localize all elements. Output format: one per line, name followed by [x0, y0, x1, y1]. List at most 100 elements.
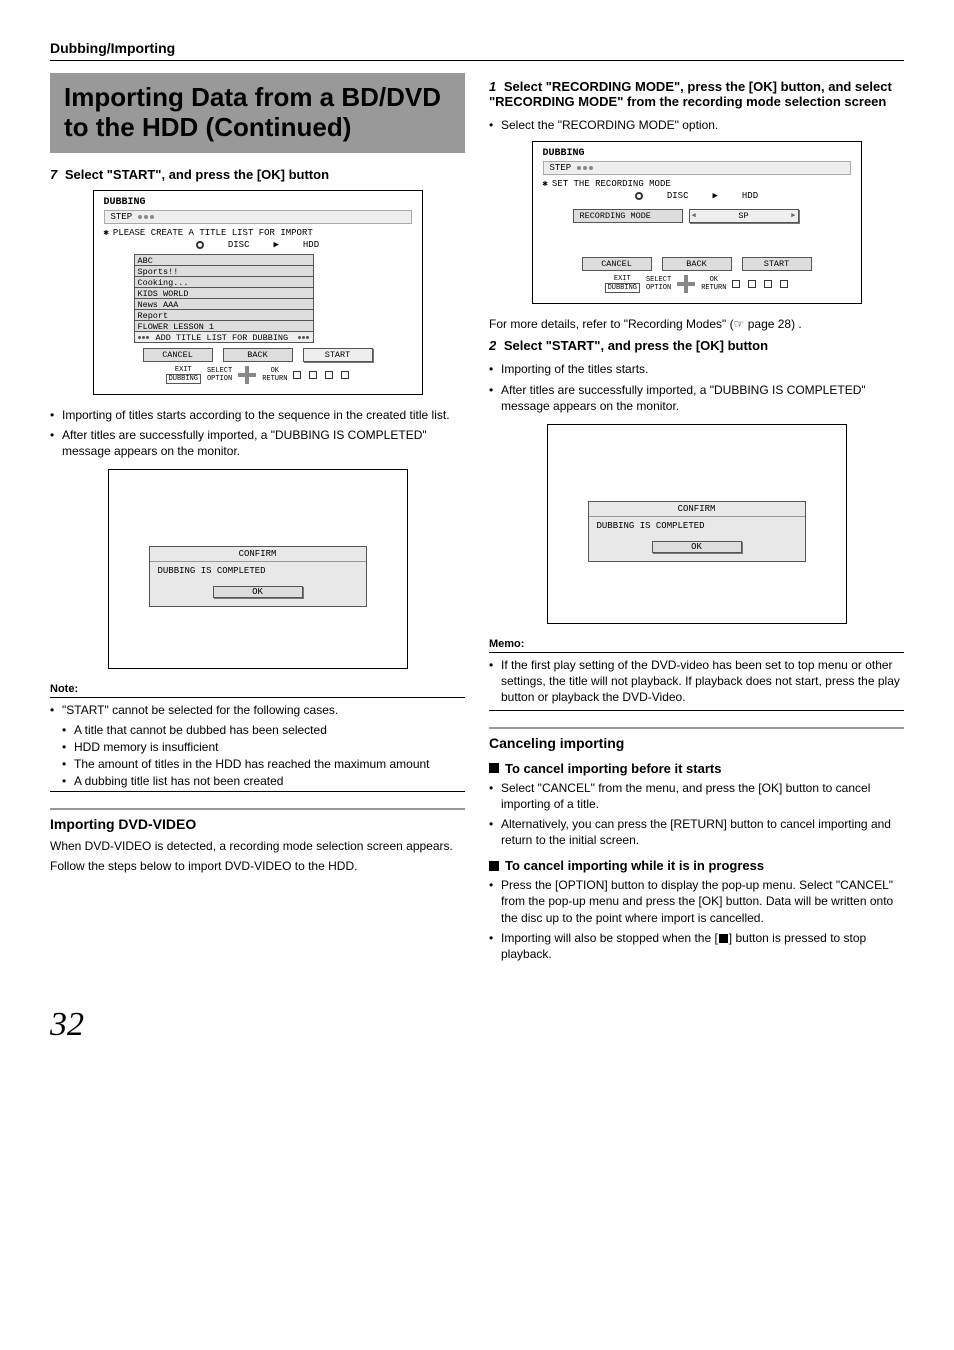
step-7-text: Select "START", and press the [OK] butto… — [65, 167, 329, 182]
exit-label: EXIT — [166, 366, 201, 374]
cancel-button[interactable]: CANCEL — [143, 348, 213, 362]
color-key-icon — [764, 280, 772, 288]
dpad-icon — [677, 275, 695, 293]
step-number: 7 — [50, 167, 57, 182]
main-heading: Importing Data from a BD/DVD to the HDD … — [50, 73, 465, 153]
note-item: A title that cannot be dubbed has been s… — [50, 723, 465, 737]
add-title-label: ADD TITLE LIST FOR DUBBING — [156, 332, 289, 342]
square-bullet-icon — [489, 763, 499, 773]
ui-step-row: STEP — [104, 210, 412, 224]
confirm-ok-button[interactable]: OK — [213, 586, 303, 598]
recording-mode-row: RECORDING MODE SP — [573, 209, 821, 223]
memo-rule — [489, 652, 904, 653]
confirm-message: DUBBING IS COMPLETED — [589, 517, 805, 535]
start-button[interactable]: START — [303, 348, 373, 362]
option-label: OPTION — [207, 375, 232, 383]
right-column: 1 Select "RECORDING MODE", press the [OK… — [489, 73, 904, 966]
bullet-text: After titles are successfully imported, … — [489, 382, 904, 414]
bullet-text: Press the [OPTION] button to display the… — [489, 877, 904, 926]
back-button[interactable]: BACK — [662, 257, 732, 271]
step-2-text: Select "START", and press the [OK] butto… — [504, 338, 768, 353]
step-1-text: Select "RECORDING MODE", press the [OK] … — [489, 79, 892, 109]
page-number: 32 — [50, 1006, 904, 1044]
cancel-progress-text: To cancel importing while it is in progr… — [505, 858, 764, 873]
cancel-button[interactable]: CANCEL — [582, 257, 652, 271]
ui-title: DUBBING — [104, 197, 412, 208]
add-title-row[interactable]: ADD TITLE LIST FOR DUBBING — [134, 331, 314, 343]
importing-dvd-video-heading: Importing DVD-VIDEO — [50, 808, 465, 832]
confirm-head: CONFIRM — [150, 547, 366, 562]
hdd-label: HDD — [303, 240, 319, 250]
note-item: The amount of titles in the HDD has reac… — [50, 757, 465, 771]
left-column: Importing Data from a BD/DVD to the HDD … — [50, 73, 465, 966]
note-item: A dubbing title list has not been create… — [50, 774, 465, 788]
step-1-sub: Select the "RECORDING MODE" option. — [489, 117, 904, 133]
reference-line: For more details, refer to "Recording Mo… — [489, 316, 904, 332]
confirm-dialog-screen: CONFIRM DUBBING IS COMPLETED OK — [547, 424, 847, 624]
color-key-icon — [732, 280, 740, 288]
ref-pre: For more details, refer to "Recording Mo… — [489, 317, 734, 331]
color-key-icon — [748, 280, 756, 288]
arrow-right-icon: ▶ — [273, 240, 278, 250]
cancel-prog-b2-pre: Importing will also be stopped when the … — [501, 931, 718, 945]
bullet-text: Importing of the titles starts. — [489, 361, 904, 377]
option-label: OPTION — [646, 284, 671, 292]
color-key-icon — [780, 280, 788, 288]
ui-step-row: STEP — [543, 161, 851, 175]
return-label: RETURN — [701, 284, 726, 292]
cancel-progress-heading: To cancel importing while it is in progr… — [489, 858, 904, 873]
select-label: SELECT — [646, 276, 671, 284]
confirm-ok-button[interactable]: OK — [652, 541, 742, 553]
ui-prompt: SET THE RECORDING MODE — [552, 179, 671, 189]
cancel-before-text: To cancel importing before it starts — [505, 761, 721, 776]
dvd-paragraph: When DVD-VIDEO is detected, a recording … — [50, 838, 465, 854]
ui-step-label: STEP — [111, 212, 133, 222]
ui-prompt-line: ✱SET THE RECORDING MODE — [543, 179, 851, 189]
color-key-icon — [341, 371, 349, 379]
disc-label: DISC — [667, 191, 689, 201]
note-rule — [50, 697, 465, 698]
color-key-icon — [325, 371, 333, 379]
step-number: 2 — [489, 338, 496, 353]
recording-mode-screen: DUBBING STEP ✱SET THE RECORDING MODE DIS… — [532, 141, 862, 304]
disc-label: DISC — [228, 240, 250, 250]
back-button[interactable]: BACK — [223, 348, 293, 362]
bullet-text: After titles are successfully imported, … — [50, 427, 465, 459]
memo-text: If the first play setting of the DVD-vid… — [489, 657, 904, 706]
start-button[interactable]: START — [742, 257, 812, 271]
return-label: RETURN — [262, 375, 287, 383]
dpad-icon — [238, 366, 256, 384]
stop-icon — [719, 934, 728, 943]
bullet-text: Alternatively, you can press the [RETURN… — [489, 816, 904, 848]
dubbing-key-label: DUBBING — [605, 283, 640, 293]
cancel-before-heading: To cancel importing before it starts — [489, 761, 904, 776]
note-rule — [50, 791, 465, 792]
disc-icon — [635, 192, 643, 200]
color-key-icon — [309, 371, 317, 379]
confirm-dialog-screen: CONFIRM DUBBING IS COMPLETED OK — [108, 469, 408, 669]
recording-mode-value[interactable]: SP — [689, 209, 799, 223]
ui-disc-row: DISC ▶ HDD — [104, 240, 412, 250]
color-key-icon — [293, 371, 301, 379]
step-dots-icon — [138, 212, 156, 222]
step-2: 2 Select "START", and press the [OK] but… — [489, 338, 904, 353]
ui-prompt-line: ✱PLEASE CREATE A TITLE LIST FOR IMPORT — [104, 228, 412, 238]
step-1: 1 Select "RECORDING MODE", press the [OK… — [489, 79, 904, 109]
ui-disc-row: DISC ▶ HDD — [543, 191, 851, 201]
reference-icon: ☞ — [734, 317, 745, 331]
dubbing-key-label: DUBBING — [166, 374, 201, 384]
step-number: 1 — [489, 79, 496, 94]
disc-icon — [196, 241, 204, 249]
square-bullet-icon — [489, 861, 499, 871]
arrow-right-icon: ▶ — [712, 191, 717, 201]
bullet-text: Importing will also be stopped when the … — [489, 930, 904, 962]
hdd-label: HDD — [742, 191, 758, 201]
title-list: ABC Sports!! Cooking... KIDS WORLD News … — [134, 254, 314, 343]
canceling-importing-heading: Canceling importing — [489, 727, 904, 751]
dvd-paragraph: Follow the steps below to import DVD-VID… — [50, 858, 465, 874]
confirm-message: DUBBING IS COMPLETED — [150, 562, 366, 580]
note-label: Note: — [50, 683, 465, 695]
confirm-head: CONFIRM — [589, 502, 805, 517]
memo-rule — [489, 710, 904, 711]
step-7: 7 Select "START", and press the [OK] but… — [50, 167, 465, 182]
